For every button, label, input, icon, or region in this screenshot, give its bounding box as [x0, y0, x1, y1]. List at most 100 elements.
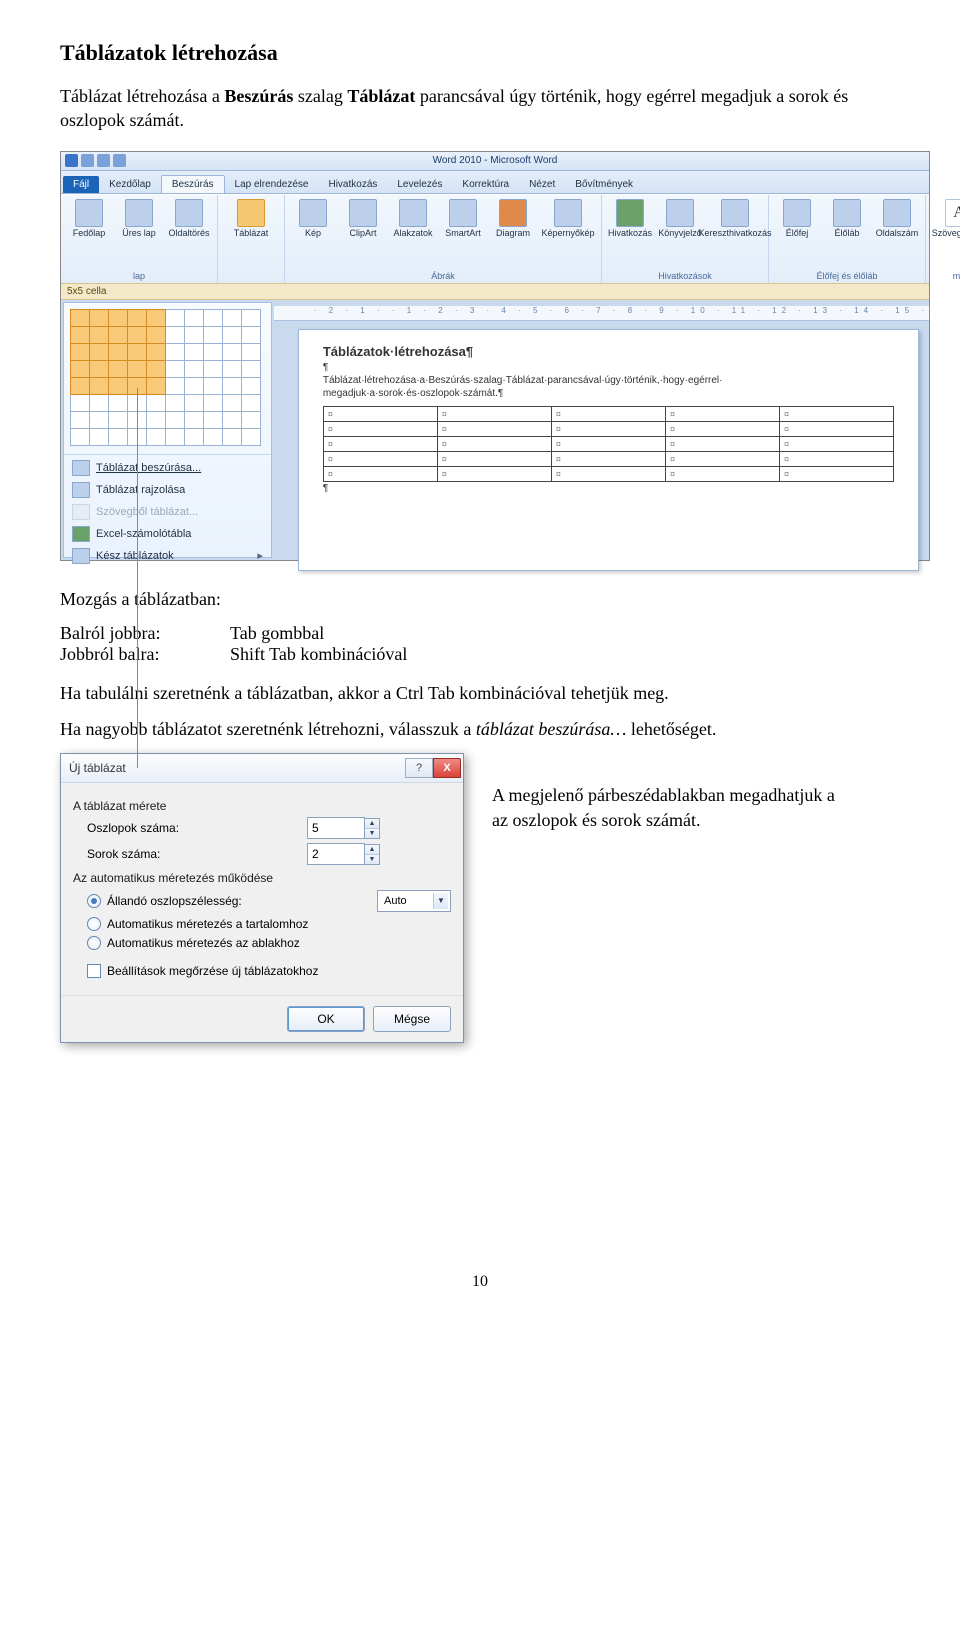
redo-icon[interactable] [113, 154, 126, 167]
grp-links-label: Hivatkozások [658, 270, 712, 283]
spin-down-icon[interactable]: ▼ [365, 855, 379, 864]
radio-icon [87, 894, 101, 908]
lbl-shapes: Alakzatok [393, 229, 432, 239]
radio-fixed-label: Állandó oszlopszélesség: [107, 894, 242, 908]
fixed-width-combo[interactable]: Auto ▼ [377, 890, 451, 912]
btn-cover-page[interactable]: Fedőlap [67, 199, 111, 239]
intro-pre: Táblázat létrehozása a [60, 86, 224, 106]
help-button[interactable]: ? [405, 758, 433, 778]
checkbox-remember-label: Beállítások megőrzése új táblázatokhoz [107, 964, 318, 978]
menu-convert-text: Szövegből táblázat... [64, 501, 271, 523]
movement-right-2: Shift Tab kombinációval [230, 644, 900, 665]
quick-icon [72, 548, 90, 564]
btn-page-break[interactable]: Oldaltörés [167, 199, 211, 239]
menu-draw-table[interactable]: Táblázat rajzolása [64, 479, 271, 501]
btn-bookmark[interactable]: Könyvjelző [658, 199, 702, 239]
radio-autofit-window[interactable]: Automatikus méretezés az ablakhoz [87, 936, 451, 950]
btn-crossref[interactable]: Kereszthivatkozás [708, 199, 762, 239]
tab-mailings[interactable]: Levelezés [387, 176, 452, 193]
menu-excel-table[interactable]: Excel-számolótábla [64, 523, 271, 545]
ribbon-group-pages: Fedőlap Üres lap Oldaltörés lap [61, 195, 218, 283]
lbl-shot: Képernyőkép [541, 229, 594, 239]
document-page[interactable]: Táblázatok·létrehozása¶ ¶ Táblázat·létre… [298, 329, 919, 571]
lbl-chart: Diagram [496, 229, 530, 239]
menu-quick-tables-label: Kész táblázatok [96, 550, 174, 562]
grp-ill-label: Ábrák [431, 270, 455, 283]
ok-button[interactable]: OK [287, 1006, 365, 1032]
radio-autofit-content[interactable]: Automatikus méretezés a tartalomhoz [87, 917, 451, 931]
tab-home[interactable]: Kezdőlap [99, 176, 161, 193]
tab-file[interactable]: Fájl [63, 176, 99, 193]
undo-icon[interactable] [97, 154, 110, 167]
btn-page-number[interactable]: Oldalszám [875, 199, 919, 239]
close-button[interactable]: X [433, 758, 461, 778]
btn-hyperlink[interactable]: Hivatkozás [608, 199, 652, 239]
radio-icon [87, 936, 101, 950]
horizontal-ruler: · 2 · 1 · · 1 · 2 · 3 · 4 · 5 · 6 · 7 · … [274, 306, 929, 321]
rows-input[interactable] [307, 843, 365, 865]
tab-addins[interactable]: Bővítmények [565, 176, 643, 193]
table-grid-picker[interactable] [64, 303, 271, 452]
radio-fixed-width[interactable]: Állandó oszlopszélesség: Auto ▼ [87, 890, 451, 912]
big-italic: táblázat beszúrása… [476, 719, 627, 739]
save-icon[interactable] [81, 154, 94, 167]
columns-input[interactable] [307, 817, 365, 839]
btn-chart[interactable]: Diagram [491, 199, 535, 239]
lbl-clip: ClipArt [349, 229, 376, 239]
checkbox-icon [87, 964, 101, 978]
radio-window-label: Automatikus méretezés az ablakhoz [107, 936, 300, 950]
table-dropdown-panel: Táblázat beszúrása... Táblázat rajzolása… [63, 302, 272, 558]
tab-insert[interactable]: Beszúrás [161, 175, 225, 193]
lbl-table: Táblázat [234, 229, 269, 239]
menu-insert-table[interactable]: Táblázat beszúrása... [64, 457, 271, 479]
columns-spinner[interactable]: ▲▼ [307, 817, 380, 839]
doc-heading: Táblázatok·létrehozása¶ [323, 344, 894, 359]
btn-smartart[interactable]: SmartArt [441, 199, 485, 239]
word-icon [65, 154, 78, 167]
ribbon-tabs: Fájl Kezdőlap Beszúrás Lap elrendezése H… [61, 171, 929, 194]
menu-convert-text-label: Szövegből táblázat... [96, 506, 198, 518]
tab-review[interactable]: Korrektúra [452, 176, 519, 193]
page-heading: Táblázatok létrehozása [60, 40, 900, 66]
lbl-break: Oldaltörés [168, 229, 209, 239]
preview-table: ¤¤¤¤¤ ¤¤¤¤¤ ¤¤¤¤¤ ¤¤¤¤¤ ¤¤¤¤¤ [323, 406, 894, 482]
ribbon-group-links: Hivatkozás Könyvjelző Kereszthivatkozás … [602, 195, 769, 283]
dialog-title-text: Új táblázat [69, 761, 126, 775]
btn-screenshot[interactable]: Képernyőkép [541, 199, 595, 239]
cancel-button[interactable]: Mégse [373, 1006, 451, 1032]
btn-textbox[interactable]: ASzövegdoboz [932, 199, 960, 239]
doc-pilcrow-2: ¶ [323, 482, 894, 495]
lbl-num: Oldalszám [876, 229, 919, 239]
spin-up-icon[interactable]: ▲ [365, 819, 379, 829]
lbl-pic: Kép [305, 229, 321, 239]
menu-quick-tables[interactable]: Kész táblázatok▸ [64, 545, 271, 567]
tab-note: Ha tabulálni szeretnénk a táblázatban, a… [60, 681, 900, 705]
rows-label: Sorok száma: [87, 847, 297, 861]
btn-shapes[interactable]: Alakzatok [391, 199, 435, 239]
lbl-cross: Kereszthivatkozás [698, 229, 771, 239]
menu-insert-table-label: Táblázat beszúrása... [96, 462, 201, 474]
btn-picture[interactable]: Kép [291, 199, 335, 239]
btn-clipart[interactable]: ClipArt [341, 199, 385, 239]
rows-spinner[interactable]: ▲▼ [307, 843, 380, 865]
tab-references[interactable]: Hivatkozás [318, 176, 387, 193]
grid-icon [72, 460, 90, 476]
btn-blank-page[interactable]: Üres lap [117, 199, 161, 239]
btn-footer[interactable]: Élőláb [825, 199, 869, 239]
insert-table-dialog: Új táblázat ? X A táblázat mérete Oszlop… [60, 753, 464, 1043]
quick-access-toolbar [65, 154, 126, 167]
spin-down-icon[interactable]: ▼ [365, 829, 379, 838]
movement-right-1: Tab gombbal [230, 623, 900, 644]
section-table-size: A táblázat mérete [73, 799, 451, 813]
spin-up-icon[interactable]: ▲ [365, 845, 379, 855]
page-number: 10 [60, 1273, 900, 1291]
doc-paragraph: Táblázat·létrehozása·a·Beszúrás·szalag·T… [323, 374, 894, 400]
movement-row-1: Balról jobbra: Tab gombbal [60, 623, 900, 644]
tab-layout[interactable]: Lap elrendezése [225, 176, 319, 193]
word-screenshot: Word 2010 - Microsoft Word Fájl Kezdőlap… [60, 151, 930, 561]
tab-view[interactable]: Nézet [519, 176, 565, 193]
btn-table[interactable]: Táblázat [224, 199, 278, 239]
btn-header[interactable]: Élőfej [775, 199, 819, 239]
movement-left-2: Jobbról balra: [60, 644, 230, 665]
checkbox-remember[interactable]: Beállítások megőrzése új táblázatokhoz [87, 964, 451, 978]
